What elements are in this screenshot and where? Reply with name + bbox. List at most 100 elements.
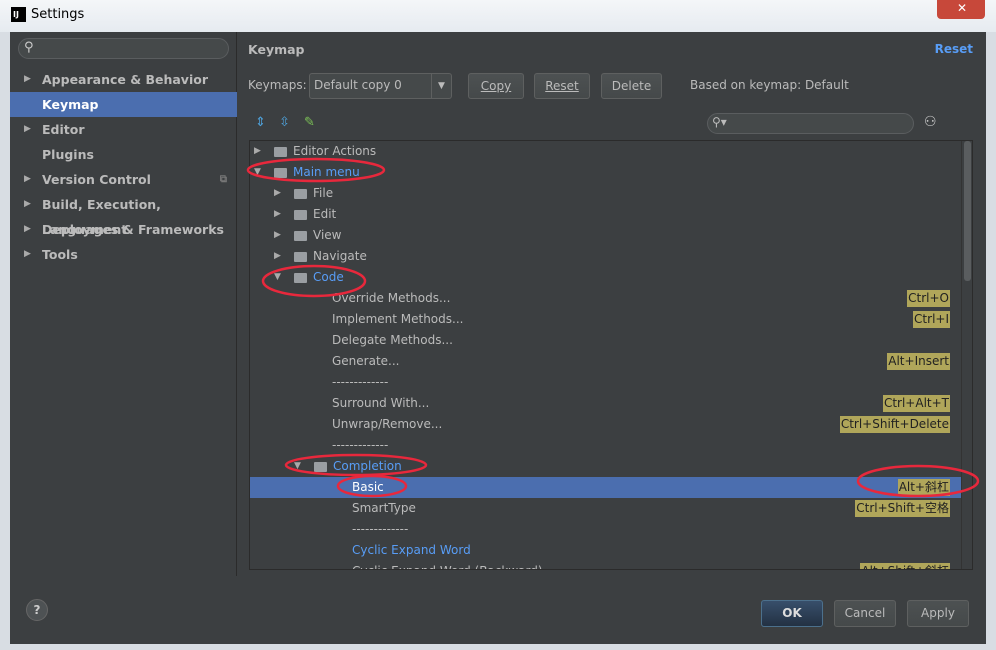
close-button[interactable]: ✕	[937, 0, 985, 19]
based-on-text: Based on keymap: Default	[690, 78, 849, 92]
chevron-down-icon[interactable]: ▼	[274, 267, 281, 288]
action-label: Editor Actions	[293, 144, 377, 158]
folder-icon	[294, 231, 307, 241]
shortcut-badge: Ctrl+I	[913, 311, 950, 328]
action-label: Surround With...	[332, 396, 430, 410]
action-label: Delegate Methods...	[332, 333, 453, 347]
sidebar-item[interactable]: ▶ Build, Execution, Deployment	[10, 192, 237, 237]
cancel-button[interactable]: Cancel	[834, 600, 896, 627]
sidebar-item[interactable]: ▶ Tools	[10, 242, 237, 267]
apply-button[interactable]: Apply	[907, 600, 969, 627]
collapse-all-icon[interactable]: ⇳	[279, 115, 290, 130]
chevron-right-icon[interactable]: ▶	[274, 183, 281, 204]
action-label: Navigate	[313, 249, 367, 263]
tree-row[interactable]: Implement Methods... Ctrl+I	[250, 309, 962, 330]
expand-all-icon[interactable]: ⇕	[255, 115, 266, 130]
action-label: Unwrap/Remove...	[332, 417, 443, 431]
tree-row[interactable]: -------------	[250, 519, 962, 540]
tree-row[interactable]: ▼ Completion	[250, 456, 962, 477]
tree-row[interactable]: Unwrap/Remove... Ctrl+Shift+Delete	[250, 414, 962, 435]
tree-row[interactable]: -------------	[250, 372, 962, 393]
sidebar-item-label: Languages & Frameworks	[42, 222, 224, 237]
edit-pencil-icon[interactable]: ✎	[304, 115, 315, 130]
action-label: Implement Methods...	[332, 312, 464, 326]
sidebar-search-input[interactable]: ⚲	[18, 38, 229, 59]
chevron-right-icon[interactable]: ▶	[274, 204, 281, 225]
reset-button[interactable]: Reset	[534, 73, 590, 99]
sidebar-item-label: Tools	[42, 247, 78, 262]
scrollbar-thumb[interactable]	[964, 141, 971, 281]
chevron-down-icon[interactable]: ▼	[294, 456, 301, 477]
keymap-select[interactable]: Default copy 0 ▼	[309, 73, 452, 99]
reset-link[interactable]: Reset	[935, 42, 973, 56]
action-label: File	[313, 186, 334, 200]
sidebar-item[interactable]: ▶ Appearance & Behavior	[10, 67, 237, 92]
help-button[interactable]: ?	[26, 599, 48, 621]
folder-icon	[314, 462, 327, 472]
sidebar-item-label: Editor	[42, 122, 85, 137]
shortcut-badge: Alt+Insert	[887, 353, 950, 370]
shortcut-badge: Alt+斜杠	[897, 479, 950, 496]
shortcut-badge: Ctrl+O	[907, 290, 950, 307]
tree-row[interactable]: ▶ View	[250, 225, 962, 246]
chevron-right-icon[interactable]: ▶	[274, 246, 281, 267]
project-scope-icon: ⧉	[219, 174, 227, 185]
tree-row[interactable]: -------------	[250, 435, 962, 456]
window-title: Settings	[31, 7, 85, 22]
tree-row[interactable]: Cyclic Expand Word (Backward) Alt+Shift+斜…	[250, 561, 962, 569]
action-label: -------------	[332, 438, 389, 452]
action-label: View	[313, 228, 342, 242]
tree-row[interactable]: Basic Alt+斜杠	[250, 477, 962, 498]
tree-row[interactable]: ▼ Main menu	[250, 162, 962, 183]
tree-row[interactable]: ▶ Edit	[250, 204, 962, 225]
action-label: -------------	[352, 522, 409, 536]
tree-row[interactable]: SmartType Ctrl+Shift+空格	[250, 498, 962, 519]
chevron-right-icon: ▶	[24, 224, 31, 234]
sidebar-item[interactable]: ▶ Languages & Frameworks	[10, 217, 237, 242]
sidebar-item-label: Plugins	[42, 147, 94, 162]
chevron-right-icon[interactable]: ▶	[274, 225, 281, 246]
chevron-down-icon[interactable]: ▼	[431, 74, 451, 98]
sidebar: ⚲ ▶ Appearance & Behavior Keymap ▶ Editor Plu…	[10, 32, 237, 576]
sidebar-item[interactable]: Plugins	[10, 142, 237, 167]
shortcut-badge: Alt+Shift+斜杠	[860, 563, 950, 569]
action-label: Generate...	[332, 354, 400, 368]
copy-button[interactable]: Copy	[468, 73, 524, 99]
search-icon: ⚲▾	[712, 115, 727, 129]
ok-button[interactable]: OK	[761, 600, 823, 627]
action-label: Cyclic Expand Word	[352, 543, 471, 557]
tree-row[interactable]: Override Methods... Ctrl+O	[250, 288, 962, 309]
sidebar-item[interactable]: Keymap	[10, 92, 237, 117]
tree-row[interactable]: ▶ Navigate	[250, 246, 962, 267]
delete-button[interactable]: Delete	[601, 73, 662, 99]
close-icon: ✕	[957, 1, 968, 15]
action-label: Cyclic Expand Word (Backward)	[352, 561, 543, 569]
tree-row[interactable]: ▶ Editor Actions	[250, 141, 962, 162]
find-by-shortcut-icon[interactable]: ⚇	[924, 114, 937, 130]
action-label: Basic	[352, 480, 384, 494]
tree-row[interactable]: Cyclic Expand Word	[250, 540, 962, 561]
title-bar: IJ Settings ✕	[0, 0, 996, 32]
chevron-down-icon[interactable]: ▼	[254, 162, 261, 183]
chevron-right-icon[interactable]: ▶	[254, 141, 261, 162]
tree-row[interactable]: Delegate Methods...	[250, 330, 962, 351]
chevron-right-icon: ▶	[24, 199, 31, 209]
tree-row[interactable]: Surround With... Ctrl+Alt+T	[250, 393, 962, 414]
shortcut-badge: Ctrl+Alt+T	[882, 395, 950, 412]
chevron-right-icon: ▶	[24, 74, 31, 84]
tree-row[interactable]: Generate... Alt+Insert	[250, 351, 962, 372]
chevron-right-icon: ▶	[24, 124, 31, 134]
action-label: Code	[313, 270, 344, 284]
tree-row[interactable]: ▶ File	[250, 183, 962, 204]
folder-icon	[294, 252, 307, 262]
filter-search-input[interactable]: ⚲▾	[707, 113, 914, 134]
sidebar-item[interactable]: ▶ Editor	[10, 117, 237, 142]
sidebar-item[interactable]: ▶ Version Control ⧉	[10, 167, 237, 192]
folder-icon	[294, 210, 307, 220]
keymap-panel: Keymap Reset Keymaps: Default copy 0 ▼ Co…	[238, 32, 986, 576]
vertical-scrollbar[interactable]	[961, 141, 972, 569]
keymaps-label: Keymaps:	[248, 78, 307, 92]
shortcut-badge: Ctrl+Shift+Delete	[839, 416, 950, 433]
chevron-right-icon: ▶	[24, 249, 31, 259]
tree-row[interactable]: ▼ Code	[250, 267, 962, 288]
